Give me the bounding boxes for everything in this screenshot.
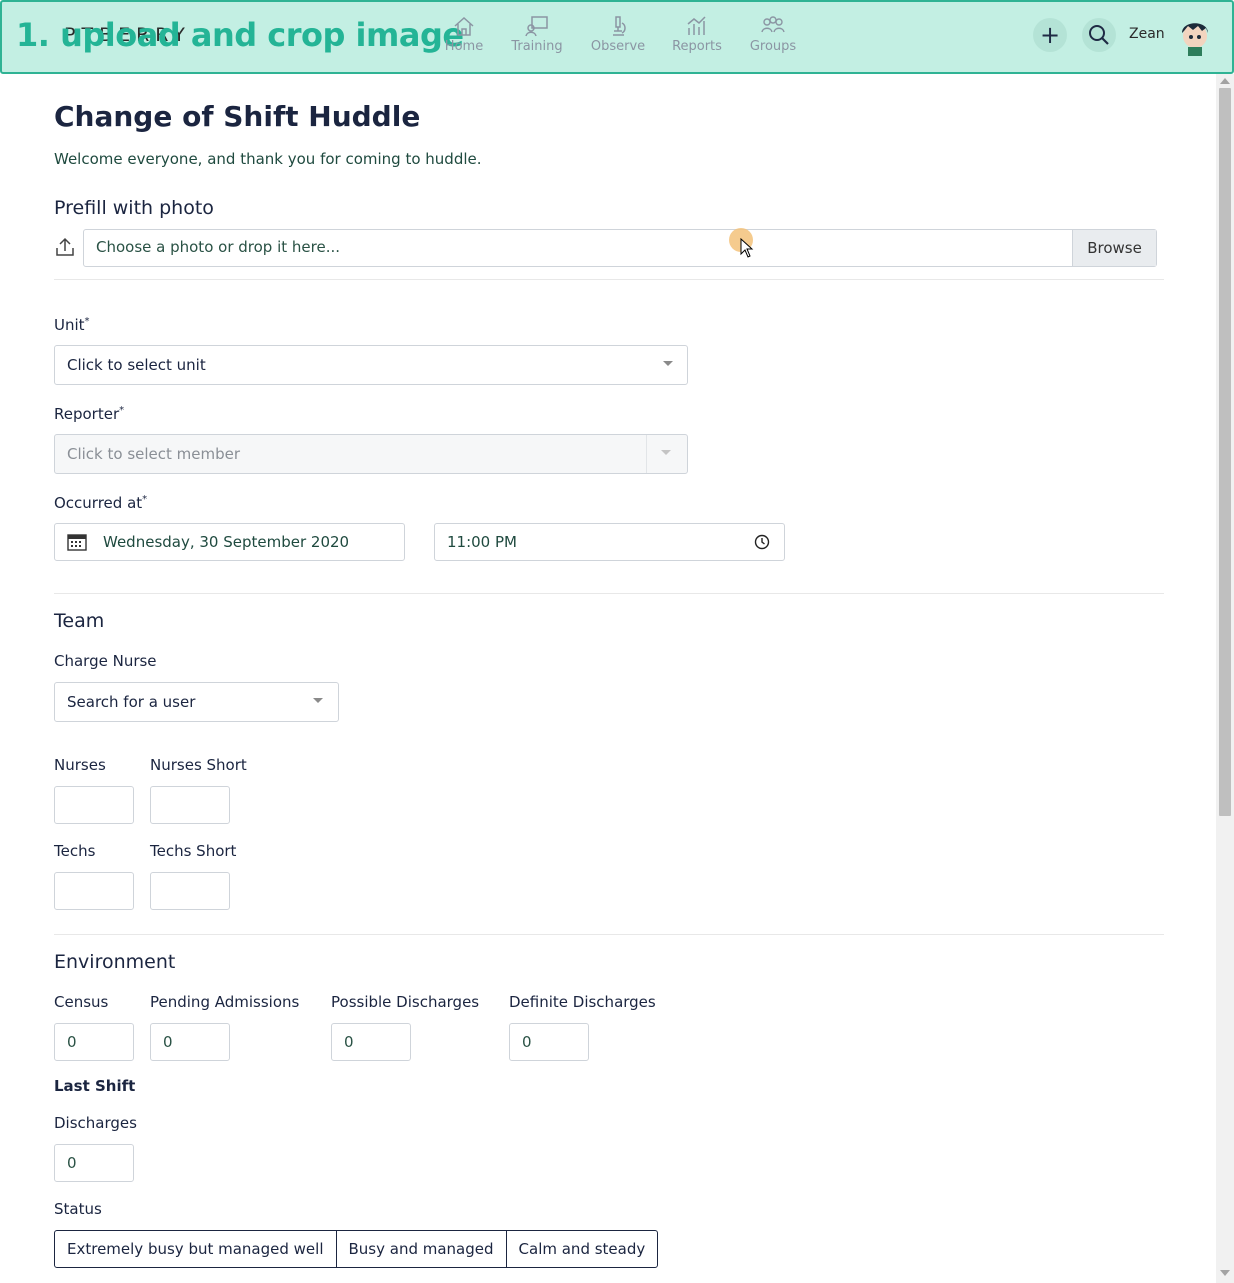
definite-discharges-input[interactable]: 0 bbox=[509, 1023, 589, 1061]
nurses-label: Nurses bbox=[54, 756, 106, 774]
discharges-input[interactable]: 0 bbox=[54, 1144, 134, 1182]
techs-short-label: Techs Short bbox=[150, 842, 237, 860]
unit-select[interactable]: Click to select unit bbox=[54, 345, 688, 385]
techs-short-input[interactable] bbox=[150, 872, 230, 910]
reporter-label: Reporter* bbox=[54, 405, 125, 423]
photo-upload-placeholder: Choose a photo or drop it here... bbox=[96, 238, 340, 256]
discharges-label: Discharges bbox=[54, 1114, 137, 1132]
divider bbox=[54, 593, 1164, 594]
chart-icon bbox=[687, 16, 706, 35]
pending-admissions-input[interactable]: 0 bbox=[150, 1023, 230, 1061]
welcome-text: Welcome everyone, and thank you for comi… bbox=[54, 150, 482, 168]
mouse-cursor-icon bbox=[740, 238, 754, 258]
discharges-value: 0 bbox=[67, 1154, 77, 1172]
plus-icon: + bbox=[1039, 21, 1061, 49]
reporter-select-value: Click to select member bbox=[67, 445, 241, 463]
nav-groups-label: Groups bbox=[749, 39, 797, 54]
nurses-input[interactable] bbox=[54, 786, 134, 824]
top-navbar: PTBERRY 1. upload and crop image Home Tr… bbox=[0, 0, 1234, 74]
calendar-icon bbox=[67, 534, 87, 551]
search-icon bbox=[1089, 25, 1109, 45]
team-heading: Team bbox=[54, 610, 105, 632]
environment-heading: Environment bbox=[54, 951, 176, 973]
census-value: 0 bbox=[67, 1033, 77, 1051]
nurses-short-label: Nurses Short bbox=[150, 756, 247, 774]
upload-icon bbox=[56, 237, 74, 256]
census-input[interactable]: 0 bbox=[54, 1023, 134, 1061]
possible-discharges-input[interactable]: 0 bbox=[331, 1023, 411, 1061]
definite-discharges-value: 0 bbox=[522, 1033, 532, 1051]
scroll-down-arrow[interactable] bbox=[1220, 1270, 1230, 1276]
nav-home[interactable]: Home bbox=[440, 14, 488, 64]
prefill-heading: Prefill with photo bbox=[54, 197, 214, 219]
status-option-calm[interactable]: Calm and steady bbox=[507, 1231, 658, 1267]
divider bbox=[54, 934, 1164, 935]
pending-admissions-label: Pending Admissions bbox=[150, 993, 300, 1011]
training-icon bbox=[525, 16, 548, 37]
photo-upload-input[interactable]: Choose a photo or drop it here... Browse bbox=[83, 229, 1157, 267]
unit-label: Unit* bbox=[54, 316, 90, 334]
add-button[interactable]: + bbox=[1033, 18, 1067, 52]
possible-discharges-label: Possible Discharges bbox=[331, 993, 480, 1011]
nav-observe[interactable]: Observe bbox=[586, 14, 650, 64]
chevron-down-icon bbox=[661, 450, 671, 455]
microscope-icon bbox=[613, 16, 626, 36]
date-input[interactable]: Wednesday, 30 September 2020 bbox=[54, 523, 405, 561]
status-option-busy[interactable]: Busy and managed bbox=[337, 1231, 507, 1267]
status-label: Status bbox=[54, 1200, 102, 1218]
chevron-down-icon bbox=[663, 361, 673, 366]
nav-training[interactable]: Training bbox=[506, 14, 568, 64]
status-button-group: Extremely busy but managed well Busy and… bbox=[54, 1230, 659, 1268]
charge-nurse-value: Search for a user bbox=[67, 693, 196, 711]
pending-admissions-value: 0 bbox=[163, 1033, 173, 1051]
charge-nurse-label: Charge Nurse bbox=[54, 652, 157, 670]
reporter-dropdown-toggle[interactable] bbox=[646, 435, 687, 473]
tutorial-caption: 1. upload and crop image bbox=[16, 16, 464, 54]
status-option-extremely-busy[interactable]: Extremely busy but managed well bbox=[55, 1231, 337, 1267]
reporter-select[interactable]: Click to select member bbox=[54, 434, 688, 474]
nav-groups[interactable]: Groups bbox=[744, 14, 802, 64]
nav-reports[interactable]: Reports bbox=[667, 14, 727, 64]
clock-icon[interactable] bbox=[754, 534, 770, 550]
scroll-thumb[interactable] bbox=[1219, 88, 1231, 816]
chevron-down-icon bbox=[313, 698, 323, 703]
nav-home-label: Home bbox=[444, 39, 484, 54]
occurred-label: Occurred at* bbox=[54, 494, 148, 512]
nav-reports-label: Reports bbox=[672, 39, 722, 54]
divider bbox=[54, 279, 1164, 280]
scroll-up-arrow[interactable] bbox=[1220, 78, 1230, 84]
techs-input[interactable] bbox=[54, 872, 134, 910]
nav-observe-label: Observe bbox=[590, 39, 646, 54]
search-button[interactable] bbox=[1082, 18, 1116, 52]
charge-nurse-select[interactable]: Search for a user bbox=[54, 682, 339, 722]
techs-label: Techs bbox=[54, 842, 96, 860]
browse-button[interactable]: Browse bbox=[1072, 230, 1156, 266]
nav-training-label: Training bbox=[511, 39, 563, 54]
avatar[interactable] bbox=[1178, 16, 1212, 56]
possible-discharges-value: 0 bbox=[344, 1033, 354, 1051]
page-title: Change of Shift Huddle bbox=[54, 100, 421, 133]
definite-discharges-label: Definite Discharges bbox=[509, 993, 656, 1011]
home-icon bbox=[454, 16, 474, 36]
census-label: Census bbox=[54, 993, 109, 1011]
unit-select-value: Click to select unit bbox=[67, 356, 206, 374]
time-value: 11:00 PM bbox=[447, 533, 517, 551]
time-input[interactable]: 11:00 PM bbox=[434, 523, 785, 561]
user-name[interactable]: Zean bbox=[1129, 26, 1165, 42]
date-value: Wednesday, 30 September 2020 bbox=[103, 533, 350, 551]
page-scrollbar[interactable] bbox=[1216, 74, 1234, 1283]
group-icon bbox=[761, 16, 785, 33]
nurses-short-input[interactable] bbox=[150, 786, 230, 824]
last-shift-label: Last Shift bbox=[54, 1077, 136, 1095]
